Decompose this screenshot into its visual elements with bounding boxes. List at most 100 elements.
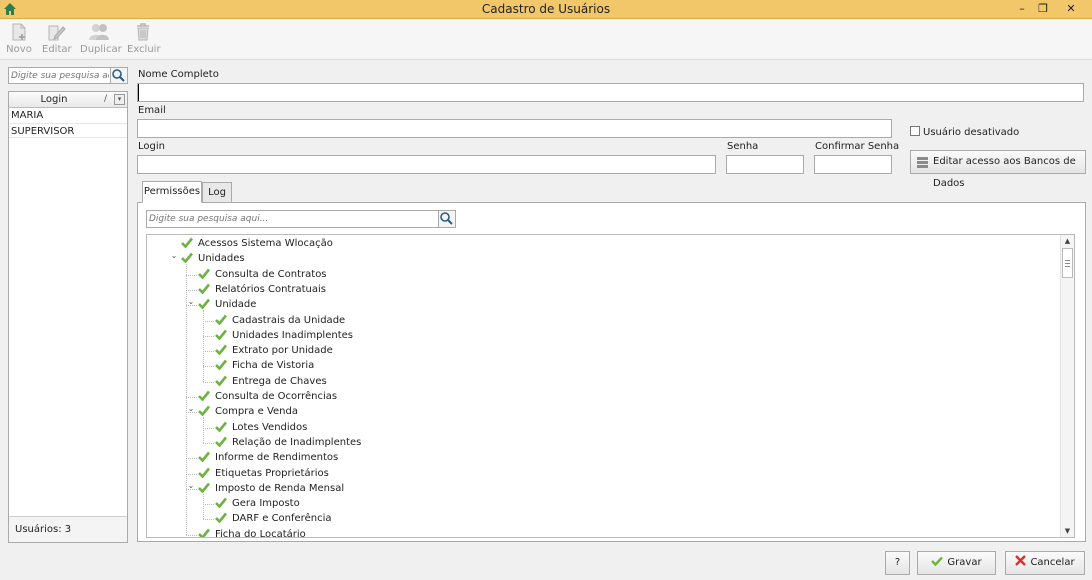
sort-indicator: / [104,94,108,104]
cancelar-button[interactable]: Cancelar [1005,551,1085,575]
title-bar: Cadastro de Usuários – ❐ ✕ [0,0,1092,19]
tree-node-label: DARF e Conferência [232,513,332,525]
checkmark-icon[interactable] [181,252,193,264]
db-access-button[interactable]: Editar acesso aos Bancos de Dados [910,150,1086,189]
close-button[interactable]: ✕ [1058,0,1084,18]
tree-connector [186,264,187,535]
scroll-down-arrow[interactable]: ▼ [1061,525,1074,537]
checkmark-icon[interactable] [198,268,210,279]
checkmark-icon[interactable] [181,237,193,248]
checkmark-icon[interactable] [215,436,227,447]
expand-toggle-icon[interactable]: ⌄ [186,478,196,493]
duplicar-button[interactable]: Duplicar [80,22,122,55]
desativado-checkbox[interactable] [910,126,920,136]
tab-permissoes[interactable]: Permissões [142,181,202,203]
editar-button[interactable]: Editar [42,22,72,55]
tree-node[interactable]: Acessos Sistema Wlocação [181,236,333,251]
trash-icon [137,23,149,41]
tree-node[interactable]: Consulta de Contratos [198,267,327,282]
tree-node[interactable]: Extrato por Unidade [215,343,333,358]
checkmark-icon[interactable] [215,314,227,325]
tree-node[interactable]: Informe de Rendimentos [198,450,338,465]
email-input[interactable] [138,120,891,137]
tree-node[interactable]: Lotes Vendidos [215,420,307,435]
user-search-input[interactable] [9,68,109,83]
checkmark-icon[interactable] [198,451,210,463]
checkmark-icon[interactable] [215,359,227,371]
checkmark-icon[interactable] [198,298,210,310]
tree-node[interactable]: DARF e Conferência [215,511,331,526]
user-row-maria[interactable]: MARIA [9,108,127,123]
filter-dropdown-icon[interactable]: ▾ [114,94,125,105]
tree-node[interactable]: ⌄ Compra e Venda [188,404,298,419]
confirmar-input[interactable] [815,156,891,173]
tree-node-label: Etiquetas Proprietários [215,467,329,479]
tree-node[interactable]: ⌄ Unidades [171,251,245,266]
tab-log[interactable]: Log [202,182,232,203]
checkmark-icon[interactable] [215,497,227,509]
checkmark-icon[interactable] [198,405,210,417]
tree-search-input[interactable] [147,211,437,227]
restore-button[interactable]: ❐ [1030,0,1056,18]
checkmark-icon[interactable] [198,482,210,493]
checkmark-icon[interactable] [215,344,227,356]
tree-connector [203,493,204,520]
tree-connector [203,417,204,443]
checkmark-icon[interactable] [215,329,227,340]
tree-node[interactable]: Relatórios Contratuais [198,282,326,297]
tree-search-button[interactable] [438,211,455,227]
tree-connector [186,488,197,490]
tree-node[interactable]: Entrega de Chaves [215,374,327,389]
tree-connector [186,534,197,536]
duplicar-label: Duplicar [80,44,122,55]
login-column-label: Login [40,94,68,105]
cancelar-label: Cancelar [1030,557,1075,568]
senha-input[interactable] [727,156,803,173]
tree-node[interactable]: Relação de Inadimplentes [215,435,361,450]
user-row-supervisor[interactable]: SUPERVISOR [9,123,127,138]
tree-node-label: Unidades Inadimplentes [232,329,353,341]
excluir-button[interactable]: Excluir [127,22,161,55]
tree-scrollbar[interactable]: ▲ ▼ [1060,235,1074,537]
novo-button[interactable]: Novo [5,22,33,55]
scroll-thumb[interactable] [1062,248,1073,278]
checkmark-icon[interactable] [198,390,210,401]
tree-node-label: Unidade [215,299,257,311]
tree-connector [186,397,197,398]
checkmark-icon[interactable] [198,283,210,294]
gravar-button[interactable]: Gravar [917,551,996,575]
email-field [137,119,892,138]
user-list: Login / ▾ MARIA SUPERVISOR Usuários: 3 [8,91,128,543]
scroll-up-arrow[interactable]: ▲ [1061,235,1074,247]
tree-node[interactable]: Gera Imposto [215,496,300,511]
checkmark-icon[interactable] [198,467,210,478]
permissions-tree: ▲ ▼ Acessos Sistema Wlocação ⌄ Unidades Con… [146,234,1075,538]
expand-toggle-icon[interactable]: ⌄ [169,248,179,263]
tree-node[interactable]: Consulta de Ocorrências [198,389,337,404]
login-column-header[interactable]: Login / ▾ [9,92,127,108]
expand-toggle-icon[interactable]: ⌄ [186,294,196,309]
help-button[interactable]: ? [885,551,910,575]
tree-node[interactable]: Ficha de Vistoria [215,358,314,373]
tree-node-label: Informe de Rendimentos [215,452,339,464]
tree-node[interactable]: ⌄ Imposto de Renda Mensal [188,481,345,496]
checkmark-icon[interactable] [215,512,227,524]
tree-node[interactable]: Ficha do Locatário [198,527,306,538]
expand-toggle-icon[interactable]: ⌄ [186,401,196,416]
senha-label: Senha [727,141,759,152]
tree-node[interactable]: Unidades Inadimplentes [215,328,353,343]
tree-node-label: Relatórios Contratuais [215,283,326,295]
login-input[interactable] [138,156,715,173]
email-label: Email [138,105,166,116]
tree-node-label: Ficha de Vistoria [232,360,315,372]
tree-node-label: Lotes Vendidos [232,421,308,433]
tree-node[interactable]: Cadastrais da Unidade [215,313,345,328]
nome-input[interactable] [138,84,1083,101]
checkmark-icon[interactable] [198,528,210,538]
tree-node[interactable]: ⌄ Unidade [188,297,257,312]
checkmark-icon[interactable] [215,375,227,386]
desativado-checkbox-row[interactable]: Usuário desativado [910,126,1019,138]
checkmark-icon[interactable] [215,421,227,432]
user-search-button[interactable] [110,68,127,83]
tree-node[interactable]: Etiquetas Proprietários [198,466,329,481]
